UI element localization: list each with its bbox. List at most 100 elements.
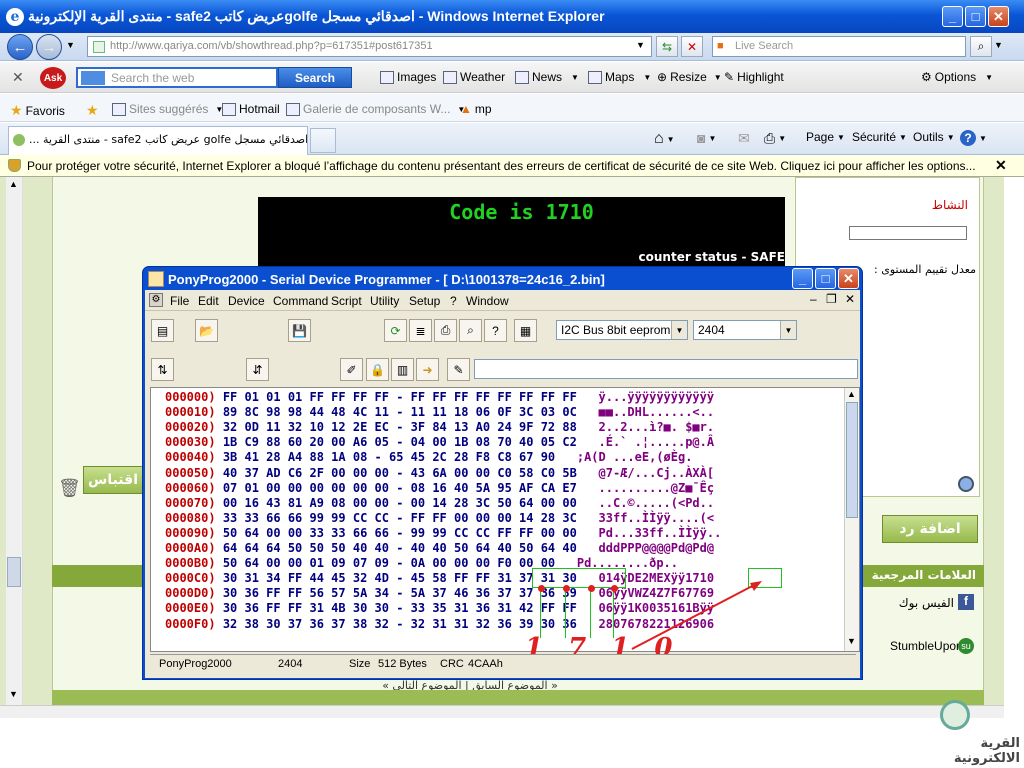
- script-icon[interactable]: ✎: [447, 358, 470, 381]
- menu-window[interactable]: Window: [466, 294, 509, 308]
- hex-bytes[interactable]: 32 0D 11 32 10 12 2E EC - 3F 84 13 A0 24…: [223, 420, 577, 434]
- weather-button[interactable]: Weather: [443, 70, 505, 84]
- facebook-link[interactable]: الفيس بوك: [870, 596, 954, 610]
- mdi-doc-icon[interactable]: ⚙: [149, 293, 163, 307]
- home-button[interactable]: ⌂ ▼: [654, 130, 675, 148]
- hex-bytes[interactable]: 30 31 34 FF 44 45 32 4D - 45 58 FF FF 31…: [223, 571, 577, 585]
- hex-row[interactable]: 000020) 32 0D 11 32 10 12 2E EC - 3F 84 …: [165, 420, 714, 435]
- live-search-input[interactable]: ■ Live Search: [712, 36, 966, 57]
- stop-button[interactable]: ✕: [681, 36, 703, 57]
- menu-help[interactable]: ?: [450, 294, 457, 308]
- news-button[interactable]: News ▼: [515, 70, 579, 84]
- favorites-button[interactable]: ★ Favoris: [10, 102, 65, 119]
- mdi-restore-icon[interactable]: ❐: [826, 292, 837, 306]
- hex-bytes[interactable]: 1B C9 88 60 20 00 A6 05 - 04 00 1B 08 70…: [223, 435, 577, 449]
- device-family-select[interactable]: I2C Bus 8bit eeprom ▼: [556, 320, 688, 340]
- hex-ascii[interactable]: ÿ...ÿÿÿÿÿÿÿÿÿÿÿÿ: [599, 390, 715, 404]
- new-tab-button[interactable]: [310, 128, 336, 153]
- mdi-minimize-icon[interactable]: –: [810, 292, 817, 306]
- add-reply-button[interactable]: اضافة رد: [882, 515, 978, 543]
- device-type-select[interactable]: 2404 ▼: [693, 320, 797, 340]
- hex-bytes[interactable]: 33 33 66 66 99 99 CC CC - FF FF 00 00 00…: [223, 511, 577, 525]
- run-arrow-icon[interactable]: ➜: [416, 358, 439, 381]
- open-device-icon[interactable]: ▤: [151, 319, 174, 342]
- radio-icon[interactable]: [958, 476, 974, 492]
- hex-scroll-thumb[interactable]: [846, 402, 858, 518]
- hex-ascii[interactable]: ..........@Z■¯Êç: [599, 481, 715, 495]
- hex-row[interactable]: 000040) 3B 41 28 A4 88 1A 08 - 65 45 2C …: [165, 450, 692, 465]
- hex-row[interactable]: 0000A0) 64 64 64 50 50 50 40 40 - 40 40 …: [165, 541, 714, 556]
- maximize-button[interactable]: □: [965, 6, 986, 27]
- menu-file[interactable]: File: [170, 294, 189, 308]
- information-bar[interactable]: Pour protéger votre sécurité, Internet E…: [0, 155, 1024, 177]
- back-button[interactable]: ←: [7, 34, 33, 60]
- hex-bytes[interactable]: 50 64 00 00 01 09 07 09 - 0A 00 00 00 F0…: [223, 556, 555, 570]
- menu-utility[interactable]: Utility: [370, 294, 399, 308]
- ask-search-input[interactable]: Search the web: [76, 67, 278, 88]
- menu-edit[interactable]: Edit: [198, 294, 219, 308]
- hex-row[interactable]: 000030) 1B C9 88 60 20 00 A6 05 - 04 00 …: [165, 435, 714, 450]
- write-device-icon[interactable]: ⇵: [246, 358, 269, 381]
- fav-mp[interactable]: ▲ mp: [460, 102, 492, 116]
- security-bits-icon[interactable]: ▥: [391, 358, 414, 381]
- hex-ascii[interactable]: Pd...33ff..ÌÌÿÿ..: [599, 526, 722, 540]
- securite-menu[interactable]: Sécurité ▼: [852, 130, 907, 144]
- fav-galerie[interactable]: Galerie de composants W... ▼: [286, 102, 465, 116]
- hex-row[interactable]: 000060) 07 01 00 00 00 00 00 00 - 08 16 …: [165, 481, 714, 496]
- note-field[interactable]: [474, 359, 858, 379]
- edit-buffer-icon[interactable]: ≣: [409, 319, 432, 342]
- infobar-close-icon[interactable]: ✕: [995, 157, 1007, 174]
- hex-ascii[interactable]: dddPPP@@@@Pd@Pd@: [599, 541, 715, 555]
- scroll-down-icon[interactable]: ▼: [9, 689, 18, 699]
- mail-button[interactable]: ✉: [738, 130, 750, 147]
- hex-row[interactable]: 000050) 40 37 AD C6 2F 00 00 00 - 43 6A …: [165, 466, 714, 481]
- open-file-icon[interactable]: 📂: [195, 319, 218, 342]
- hex-bytes[interactable]: FF 01 01 01 FF FF FF FF - FF FF FF FF FF…: [223, 390, 577, 404]
- reload-icon[interactable]: ⟳: [384, 319, 407, 342]
- save-file-icon[interactable]: 💾: [288, 319, 311, 342]
- hex-bytes[interactable]: 32 38 30 37 36 37 38 32 - 32 31 31 32 36…: [223, 617, 577, 631]
- refresh-button[interactable]: ⇆: [656, 36, 678, 57]
- page-menu[interactable]: Page ▼: [806, 130, 845, 144]
- hex-row[interactable]: 000070) 00 16 43 81 A9 08 00 00 - 00 14 …: [165, 496, 714, 511]
- hex-ascii[interactable]: ■■..DHL......<..: [599, 405, 715, 419]
- resize-button[interactable]: ⊕ Resize ▼: [657, 70, 722, 84]
- hex-ascii[interactable]: @7-Æ/...Cj..ÀXÀ[: [599, 466, 715, 480]
- lock-icon[interactable]: 🔒: [366, 358, 389, 381]
- page-scrollbar[interactable]: ▲ ▼: [6, 177, 23, 705]
- close-toolbar-icon[interactable]: ✕: [12, 69, 24, 86]
- erase-icon[interactable]: ✐: [340, 358, 363, 381]
- hex-ascii[interactable]: .É.` .¦.....p@.Â: [599, 435, 715, 449]
- scroll-thumb[interactable]: [7, 557, 21, 587]
- pony-maximize-button[interactable]: □: [815, 268, 836, 289]
- scroll-up-icon[interactable]: ▲: [9, 179, 18, 189]
- hex-row[interactable]: 000010) 89 8C 98 98 44 48 4C 11 - 11 11 …: [165, 405, 714, 420]
- hex-bytes[interactable]: 40 37 AD C6 2F 00 00 00 - 43 6A 00 00 C0…: [223, 466, 577, 480]
- hex-bytes[interactable]: 89 8C 98 98 44 48 4C 11 - 11 11 18 06 0F…: [223, 405, 577, 419]
- facebook-icon[interactable]: f: [958, 594, 974, 610]
- highlight-button[interactable]: ✎ Highlight: [724, 70, 784, 84]
- hex-ascii[interactable]: 33ff..ÌÌÿÿ....(<: [599, 511, 715, 525]
- add-favorite-button[interactable]: ★: [86, 102, 99, 119]
- feeds-button[interactable]: ◙ ▼: [697, 130, 716, 146]
- menu-setup[interactable]: Setup: [409, 294, 440, 308]
- stumbleupon-link[interactable]: StumbleUpon: [890, 639, 963, 653]
- hex-ascii[interactable]: ..C.©.....(<Pd..: [599, 496, 715, 510]
- help-button[interactable]: ? ▼: [960, 130, 987, 146]
- find-icon[interactable]: ⌕: [459, 319, 482, 342]
- hex-scroll-up-icon[interactable]: ▲: [847, 389, 856, 399]
- tab-current[interactable]: ... منتدى القرية - safe2 عريض كاتب golfe…: [8, 126, 308, 155]
- history-dropdown-icon[interactable]: ▼: [66, 40, 75, 50]
- maps-button[interactable]: Maps ▼: [588, 70, 651, 84]
- ask-search-button[interactable]: Search: [278, 67, 352, 88]
- pony-minimize-button[interactable]: _: [792, 268, 813, 289]
- images-button[interactable]: Images: [380, 70, 436, 84]
- hex-bytes[interactable]: 00 16 43 81 A9 08 00 00 - 00 14 28 3C 50…: [223, 496, 577, 510]
- fav-sites-suggeres[interactable]: Sites suggérés ▼: [112, 102, 223, 116]
- hex-ascii[interactable]: ;A(D ...eE,(øÈg.: [577, 450, 693, 464]
- mdi-close-icon[interactable]: ✕: [845, 292, 855, 306]
- quote-button[interactable]: اقتباس: [83, 466, 143, 494]
- print-icon[interactable]: ⎙: [434, 319, 457, 342]
- outils-menu[interactable]: Outils ▼: [913, 130, 955, 144]
- close-button[interactable]: ✕: [988, 6, 1009, 27]
